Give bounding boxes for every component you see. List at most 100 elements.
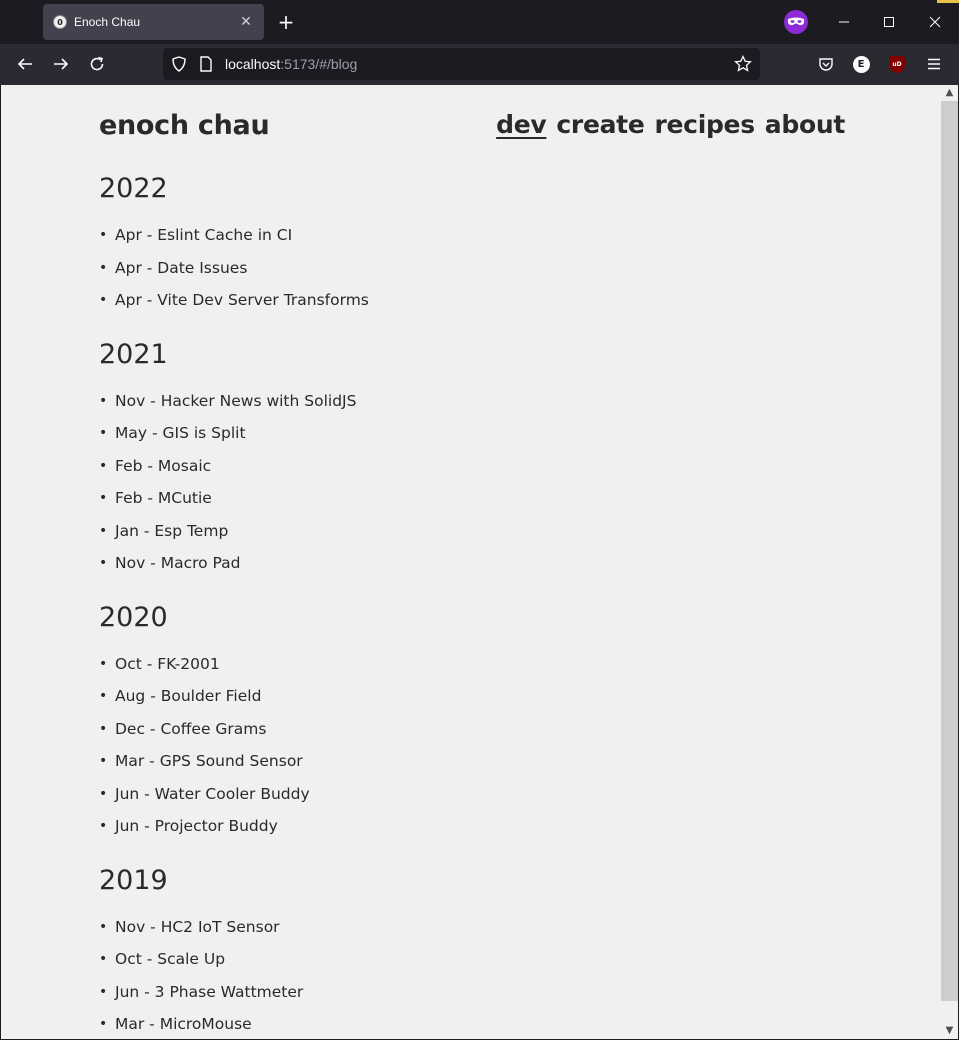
nav-link-3[interactable]: about	[765, 110, 846, 139]
scroll-up-arrow-icon[interactable]: ▲	[941, 85, 958, 101]
bullet-icon: •	[99, 785, 108, 802]
bullet-icon: •	[99, 818, 108, 834]
post-link[interactable]: Nov - Macro Pad	[115, 551, 241, 575]
list-item: • Apr - Vite Dev Server Transforms	[99, 288, 799, 321]
bullet-icon: •	[99, 259, 108, 276]
bullet-icon: •	[99, 457, 108, 474]
site-nav: dev create recipes about	[496, 110, 845, 139]
back-arrow-icon[interactable]	[13, 52, 37, 76]
bullet-icon: •	[99, 951, 108, 967]
list-item: • Apr - Date Issues	[99, 256, 799, 289]
scroll-down-arrow-icon[interactable]: ▼	[941, 1023, 958, 1039]
extension-e-icon[interactable]: E	[851, 54, 871, 74]
bullet-icon: •	[99, 292, 108, 308]
bullet-icon: •	[99, 227, 108, 243]
bullet-icon: •	[99, 555, 108, 571]
list-item: • Nov - Macro Pad	[99, 551, 799, 584]
tab-title: Enoch Chau	[74, 15, 141, 29]
url-text[interactable]: localhost:5173/#/blog	[225, 56, 357, 72]
year-heading: 2021	[99, 338, 168, 370]
list-item: • Dec - Coffee Grams	[99, 717, 799, 750]
post-link[interactable]: Jan - Esp Temp	[115, 519, 228, 543]
post-link[interactable]: Oct - FK-2001	[115, 652, 220, 676]
tab-close-icon[interactable]: ✕	[238, 14, 254, 30]
bullet-icon: •	[99, 392, 108, 409]
browser-titlebar: 0 Enoch Chau ✕ +	[0, 0, 959, 44]
post-link[interactable]: Oct - Scale Up	[115, 947, 225, 971]
page-viewport: enoch chau dev create recipes about 2022 • Ap…	[1, 85, 941, 1039]
post-list: • Oct - FK-2001 • Aug - Boulder Field • Dec -…	[99, 652, 799, 847]
post-link[interactable]: Apr - Date Issues	[115, 256, 247, 280]
private-browsing-mask-icon	[784, 10, 808, 34]
page-info-icon[interactable]	[199, 56, 213, 76]
blog-list: 2022 • Apr - Eslint Cache in CI • Apr - Date…	[99, 167, 799, 1039]
page-scrollbar[interactable]: ▲ ▼	[941, 85, 958, 1039]
pocket-icon[interactable]	[816, 54, 836, 74]
bullet-icon: •	[99, 720, 108, 737]
post-list: • Apr - Eslint Cache in CI • Apr - Date Iss…	[99, 223, 799, 321]
bullet-icon: •	[99, 688, 108, 704]
list-item: • Jun - Water Cooler Buddy	[99, 782, 799, 815]
list-item: • Nov - Hacker News with SolidJS	[99, 389, 799, 422]
post-link[interactable]: Mar - MicroMouse	[115, 1012, 252, 1036]
bullet-icon: •	[99, 918, 108, 935]
post-list: • Nov - HC2 IoT Sensor • Oct - Scale Up • Jun…	[99, 915, 799, 1040]
extension-e-label: E	[852, 55, 870, 73]
url-host: localhost	[225, 56, 281, 72]
list-item: • Apr - Eslint Cache in CI	[99, 223, 799, 256]
post-link[interactable]: May - GIS is Split	[115, 421, 246, 445]
year-heading: 2022	[99, 173, 168, 204]
window-accent	[937, 0, 959, 3]
list-item: • Jan - Esp Temp	[99, 519, 799, 552]
shield-icon[interactable]	[171, 56, 187, 76]
post-link[interactable]: Apr - Eslint Cache in CI	[115, 223, 292, 247]
list-item: • Jun - 3 Phase Wattmeter	[99, 980, 799, 1013]
list-item: • Oct - FK-2001	[99, 652, 799, 685]
list-item: • Mar - GPS Sound Sensor	[99, 749, 799, 782]
year-heading: 2019	[99, 864, 168, 896]
app-menu-icon[interactable]	[924, 54, 944, 74]
bullet-icon: •	[99, 522, 108, 539]
post-link[interactable]: Jun - Projector Buddy	[115, 814, 278, 838]
list-item: • May - GIS is Split	[99, 421, 799, 454]
post-link[interactable]: Jun - Water Cooler Buddy	[115, 782, 310, 806]
list-item: • Feb - Mosaic	[99, 454, 799, 487]
list-item: • Oct - Scale Up	[99, 947, 799, 980]
list-item: • Feb - MCutie	[99, 486, 799, 519]
scrollbar-thumb[interactable]	[941, 101, 958, 1001]
new-tab-button[interactable]: +	[276, 12, 296, 32]
bullet-icon: •	[99, 983, 108, 1000]
bullet-icon: •	[99, 1016, 108, 1032]
year-heading: 2020	[99, 601, 168, 633]
minimize-window-icon[interactable]	[830, 8, 858, 36]
forward-arrow-icon[interactable]	[49, 52, 73, 76]
post-link[interactable]: Apr - Vite Dev Server Transforms	[115, 288, 369, 312]
ublock-origin-icon[interactable]: uD	[887, 54, 907, 74]
post-link[interactable]: Aug - Boulder Field	[115, 684, 261, 708]
bullet-icon: •	[99, 753, 108, 769]
address-bar[interactable]: localhost:5173/#/blog	[163, 48, 760, 80]
close-window-icon[interactable]	[921, 8, 949, 36]
reload-icon[interactable]	[85, 52, 109, 76]
bullet-icon: •	[99, 425, 108, 441]
post-link[interactable]: Nov - HC2 IoT Sensor	[115, 915, 280, 939]
list-item: • Jun - Projector Buddy	[99, 814, 799, 847]
post-link[interactable]: Mar - GPS Sound Sensor	[115, 749, 303, 773]
browser-tab[interactable]: 0 Enoch Chau ✕	[43, 4, 264, 40]
list-item: • Nov - HC2 IoT Sensor	[99, 915, 799, 948]
post-link[interactable]: Nov - Hacker News with SolidJS	[115, 389, 356, 413]
post-list: • Nov - Hacker News with SolidJS • May - GI…	[99, 389, 799, 584]
post-link[interactable]: Feb - Mosaic	[115, 454, 211, 478]
nav-link-2[interactable]: recipes	[654, 110, 755, 139]
post-link[interactable]: Feb - MCutie	[115, 486, 212, 510]
post-link[interactable]: Jun - 3 Phase Wattmeter	[115, 980, 303, 1004]
post-link[interactable]: Dec - Coffee Grams	[115, 717, 266, 741]
site-title[interactable]: enoch chau	[99, 110, 270, 141]
maximize-window-icon[interactable]	[875, 8, 903, 36]
nav-link-0[interactable]: dev	[496, 110, 547, 139]
url-path: :5173/#/blog	[280, 56, 358, 72]
ublock-label: uD	[889, 55, 905, 73]
bullet-icon: •	[99, 490, 108, 506]
nav-link-1[interactable]: create	[556, 110, 644, 139]
bookmark-star-icon[interactable]	[734, 54, 752, 77]
